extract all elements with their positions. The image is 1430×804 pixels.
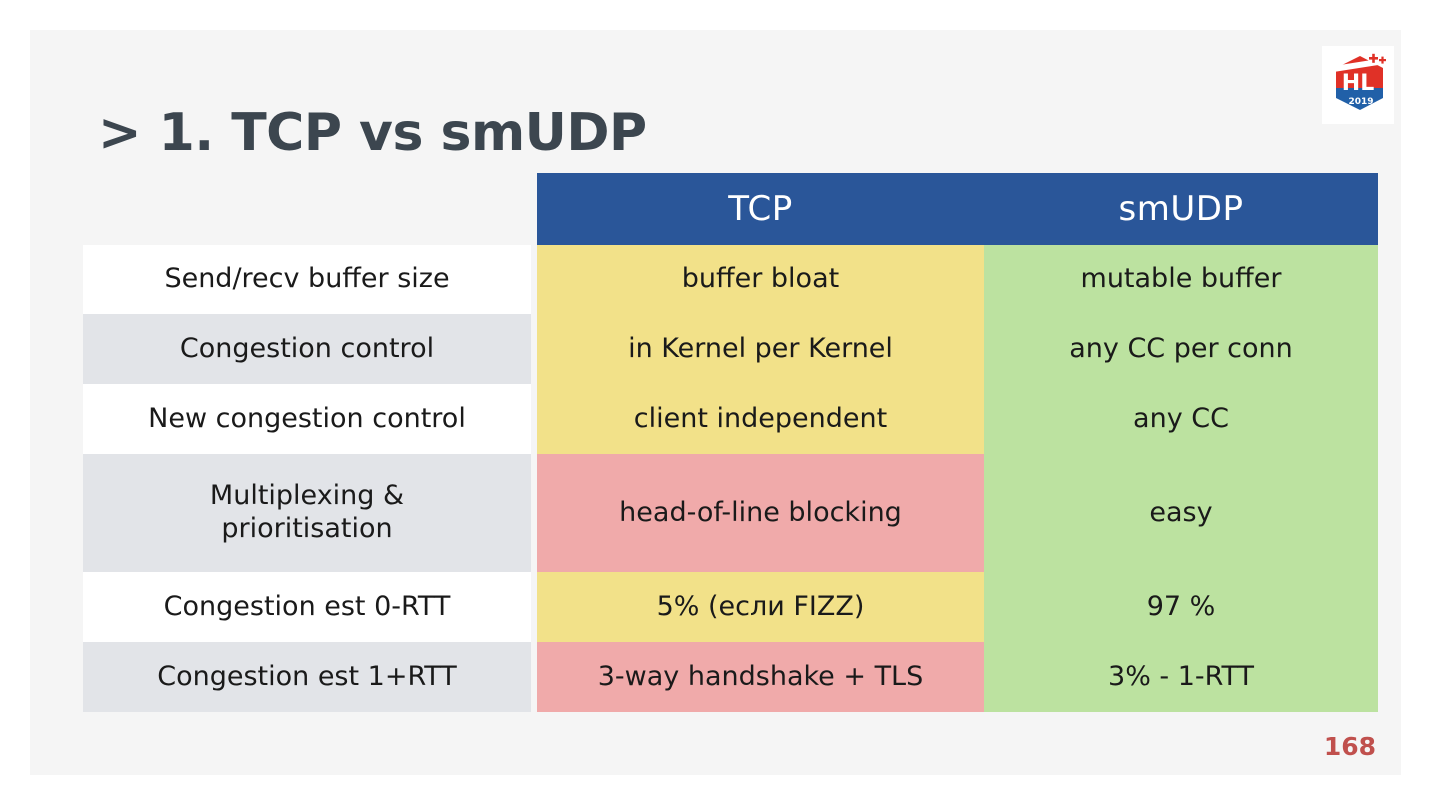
table-row: New congestion control client independen… (83, 384, 1378, 454)
header-cell-tcp: TCP (537, 173, 984, 245)
tcp-vs-smudp-table: TCP smUDP Send/recv buffer size buffer b… (83, 173, 1378, 712)
table-row: Congestion control in Kernel per Kernel … (83, 314, 1378, 384)
cell-smudp: any CC per conn (984, 314, 1378, 384)
cell-smudp: 97 % (984, 572, 1378, 642)
row-label: Congestion est 0-RTT (83, 572, 531, 642)
row-label: Congestion est 1+RTT (83, 642, 531, 712)
svg-text:2019: 2019 (1348, 97, 1373, 107)
cell-tcp: buffer bloat (537, 245, 984, 314)
cell-tcp: in Kernel per Kernel (537, 314, 984, 384)
row-label-line2: prioritisation (221, 513, 393, 544)
row-label-line1: Multiplexing & (209, 480, 405, 512)
table-row: Multiplexing & prioritisation head-of-li… (83, 454, 1378, 572)
svg-text:HL: HL (1342, 71, 1374, 96)
slide-canvas: > 1. TCP vs smUDP HL 2019 TCP smUDP Send… (30, 30, 1401, 775)
row-label: New congestion control (83, 384, 531, 454)
table-row: Congestion est 1+RTT 3-way handshake + T… (83, 642, 1378, 712)
table-body: Send/recv buffer size buffer bloat mutab… (83, 245, 1378, 712)
highload-badge-icon: HL 2019 (1331, 53, 1387, 110)
page-title: > 1. TCP vs smUDP (98, 103, 647, 163)
cell-smudp: mutable buffer (984, 245, 1378, 314)
row-label: Congestion control (83, 314, 531, 384)
cell-smudp: 3% - 1-RTT (984, 642, 1378, 712)
header-cell-smudp: smUDP (984, 173, 1378, 245)
cell-smudp: easy (984, 454, 1378, 572)
cell-tcp: 5% (если FIZZ) (537, 572, 984, 642)
page-number: 168 (1323, 732, 1376, 761)
table-header: TCP smUDP (83, 173, 1378, 245)
row-label: Multiplexing & prioritisation (83, 454, 531, 572)
table-row: Send/recv buffer size buffer bloat mutab… (83, 245, 1378, 314)
table-row: Congestion est 0-RTT 5% (если FIZZ) 97 % (83, 572, 1378, 642)
cell-tcp: head-of-line blocking (537, 454, 984, 572)
header-cell-blank (83, 173, 531, 245)
cell-smudp: any CC (984, 384, 1378, 454)
row-label: Send/recv buffer size (83, 245, 531, 314)
highload-2019-logo: HL 2019 (1322, 46, 1394, 124)
cell-tcp: client independent (537, 384, 984, 454)
cell-tcp: 3-way handshake + TLS (537, 642, 984, 712)
table-header-row: TCP smUDP (83, 173, 1378, 245)
